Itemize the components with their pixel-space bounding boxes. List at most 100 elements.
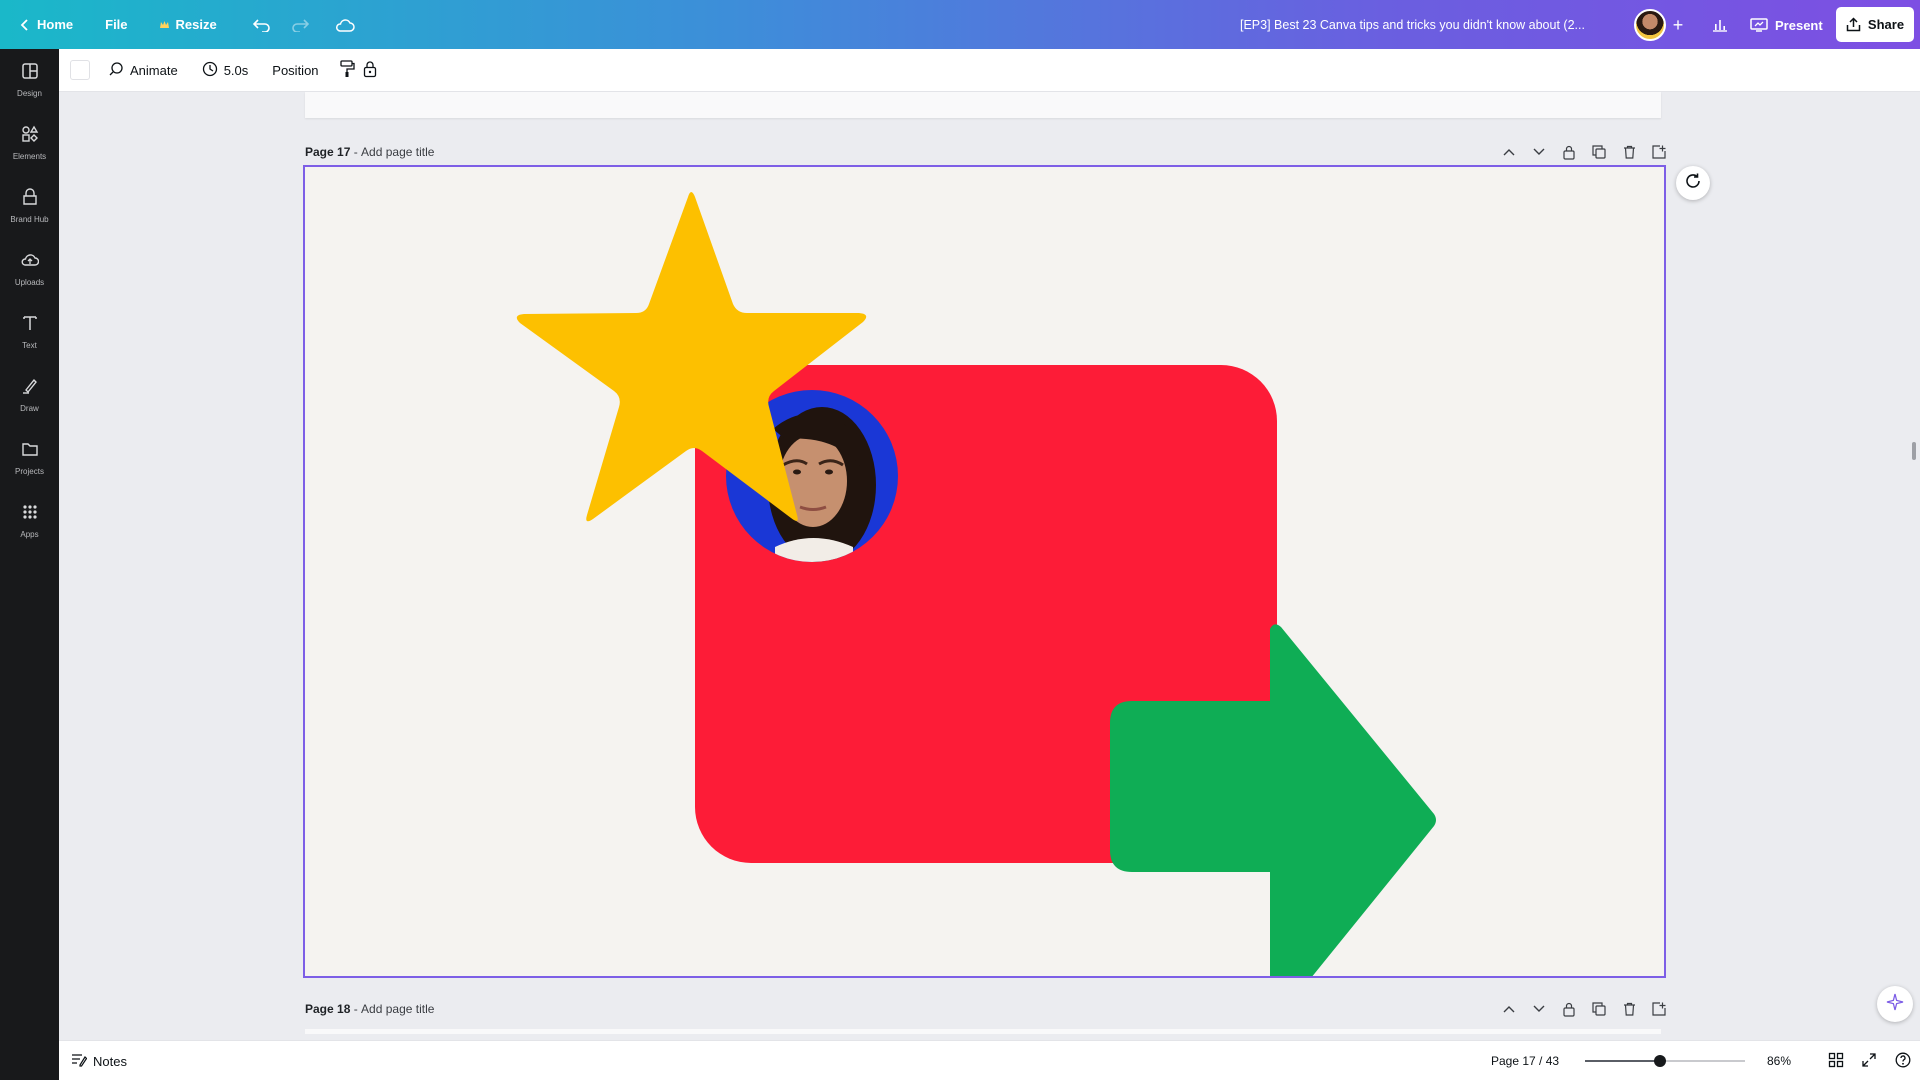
chevron-up-icon[interactable] xyxy=(1501,144,1517,160)
page-separator: - xyxy=(350,1002,362,1016)
magic-assistant-button[interactable] xyxy=(1877,986,1913,1022)
avatar[interactable] xyxy=(1634,9,1666,41)
color-swatch-button[interactable] xyxy=(70,60,90,80)
bar-chart-icon xyxy=(1712,18,1728,32)
undo-button[interactable] xyxy=(243,9,281,41)
page-header-17: Page 17 - Add page title xyxy=(305,142,1667,162)
page-number: Page 17 xyxy=(305,145,351,159)
previous-page-preview[interactable] xyxy=(305,92,1661,118)
home-label: Home xyxy=(37,17,74,32)
page-indicator[interactable]: Page 17 / 43 xyxy=(1491,1041,1559,1080)
context-toolbar: Animate 5.0s Position xyxy=(59,49,1920,92)
zoom-slider-handle[interactable] xyxy=(1654,1055,1667,1067)
rail-item-elements[interactable]: Elements xyxy=(0,115,59,171)
zoom-slider[interactable] xyxy=(1585,1055,1745,1067)
rail-label: Brand Hub xyxy=(10,215,49,224)
lock-icon[interactable] xyxy=(1561,144,1577,160)
clock-icon xyxy=(202,61,218,80)
sparkle-icon xyxy=(1886,993,1904,1016)
add-page-icon[interactable] xyxy=(1651,1001,1667,1017)
rail-item-uploads[interactable]: Uploads xyxy=(0,241,59,297)
lock-button[interactable] xyxy=(359,55,381,85)
animate-button[interactable]: Animate xyxy=(100,55,186,85)
chevron-down-icon[interactable] xyxy=(1531,144,1547,160)
chevron-up-icon[interactable] xyxy=(1501,1001,1517,1017)
home-button[interactable]: Home xyxy=(10,9,83,41)
resize-label: Resize xyxy=(175,17,217,32)
invite-plus-button[interactable]: + xyxy=(1666,9,1690,41)
text-icon xyxy=(21,314,39,337)
page-header-18: Page 18 - Add page title xyxy=(305,999,1667,1019)
present-icon xyxy=(1750,18,1768,32)
page-separator: - xyxy=(350,145,362,159)
chevron-down-icon[interactable] xyxy=(1531,1001,1547,1017)
rail-label: Draw xyxy=(20,404,39,413)
share-button[interactable]: Share xyxy=(1836,7,1914,42)
editor-workspace: Page 17 - Add page title Page 18 - Add p… xyxy=(59,92,1920,1034)
trash-icon[interactable] xyxy=(1621,144,1637,160)
duplicate-icon[interactable] xyxy=(1591,1001,1607,1017)
chevron-left-icon xyxy=(20,18,30,31)
vertical-scrollbar[interactable] xyxy=(1912,442,1916,460)
trash-icon[interactable] xyxy=(1621,1001,1637,1017)
grid-view-icon xyxy=(1828,1052,1844,1071)
duration-button[interactable]: 5.0s xyxy=(194,55,257,85)
document-title[interactable]: [EP3] Best 23 Canva tips and tricks you … xyxy=(1240,0,1620,49)
projects-icon xyxy=(21,440,39,463)
design-icon xyxy=(21,62,39,85)
regenerate-button[interactable] xyxy=(1676,166,1710,200)
notes-icon xyxy=(71,1053,88,1070)
file-menu-button[interactable]: File xyxy=(95,9,137,41)
position-button[interactable]: Position xyxy=(264,55,326,85)
rail-item-design[interactable]: Design xyxy=(0,52,59,108)
draw-icon xyxy=(21,377,39,400)
page-title-input[interactable]: Add page title xyxy=(361,1002,434,1016)
undo-icon xyxy=(252,18,271,32)
elements-icon xyxy=(21,125,39,148)
redo-button[interactable] xyxy=(281,9,319,41)
footer-bar: Notes Page 17 / 43 86% xyxy=(59,1040,1920,1080)
add-page-icon[interactable] xyxy=(1651,144,1667,160)
page-tools xyxy=(1501,142,1667,162)
canvas-artwork xyxy=(516,192,1436,976)
chevron-up-icon xyxy=(996,1028,1006,1034)
rail-item-projects[interactable]: Projects xyxy=(0,430,59,486)
notes-button[interactable]: Notes xyxy=(71,1047,127,1075)
resize-button[interactable]: Resize xyxy=(150,9,227,41)
rail-item-text[interactable]: Text xyxy=(0,304,59,360)
page-tools xyxy=(1501,999,1667,1019)
rail-label: Apps xyxy=(20,530,39,539)
file-label: File xyxy=(105,17,128,32)
rail-item-apps[interactable]: Apps xyxy=(0,493,59,549)
grid-view-button[interactable] xyxy=(1827,1052,1845,1070)
rail-item-brand-hub[interactable]: Brand Hub xyxy=(0,178,59,234)
help-button[interactable] xyxy=(1894,1052,1912,1070)
present-button[interactable]: Present xyxy=(1740,9,1833,41)
design-canvas-page-17[interactable] xyxy=(303,165,1666,978)
zoom-level[interactable]: 86% xyxy=(1767,1041,1791,1080)
cloud-save-button[interactable] xyxy=(325,9,365,41)
notes-label: Notes xyxy=(93,1053,127,1069)
page-title-input[interactable]: Add page title xyxy=(361,145,434,159)
redo-icon xyxy=(291,18,309,32)
cloud-icon xyxy=(335,18,355,32)
lock-icon xyxy=(363,60,377,81)
share-label: Share xyxy=(1867,17,1905,32)
present-label: Present xyxy=(1775,17,1823,33)
lock-icon[interactable] xyxy=(1561,1001,1577,1017)
brand-hub-icon xyxy=(21,188,39,211)
side-rail: Design Elements Brand Hub Uploads Text D… xyxy=(0,49,59,1080)
help-icon xyxy=(1895,1052,1911,1071)
copy-style-button[interactable] xyxy=(335,55,359,85)
duration-label: 5.0s xyxy=(223,62,249,78)
rail-label: Uploads xyxy=(14,278,45,287)
duplicate-icon[interactable] xyxy=(1591,144,1607,160)
fullscreen-button[interactable] xyxy=(1860,1052,1878,1070)
expand-icon xyxy=(1861,1052,1877,1071)
rail-item-draw[interactable]: Draw xyxy=(0,367,59,423)
rail-label: Design xyxy=(17,89,42,98)
apps-icon xyxy=(21,503,39,526)
top-bar: Home File Resize [EP3] Best 23 Canva tip… xyxy=(0,0,1920,49)
insights-button[interactable] xyxy=(1704,9,1736,41)
collapse-pages-button[interactable] xyxy=(981,1032,1021,1034)
